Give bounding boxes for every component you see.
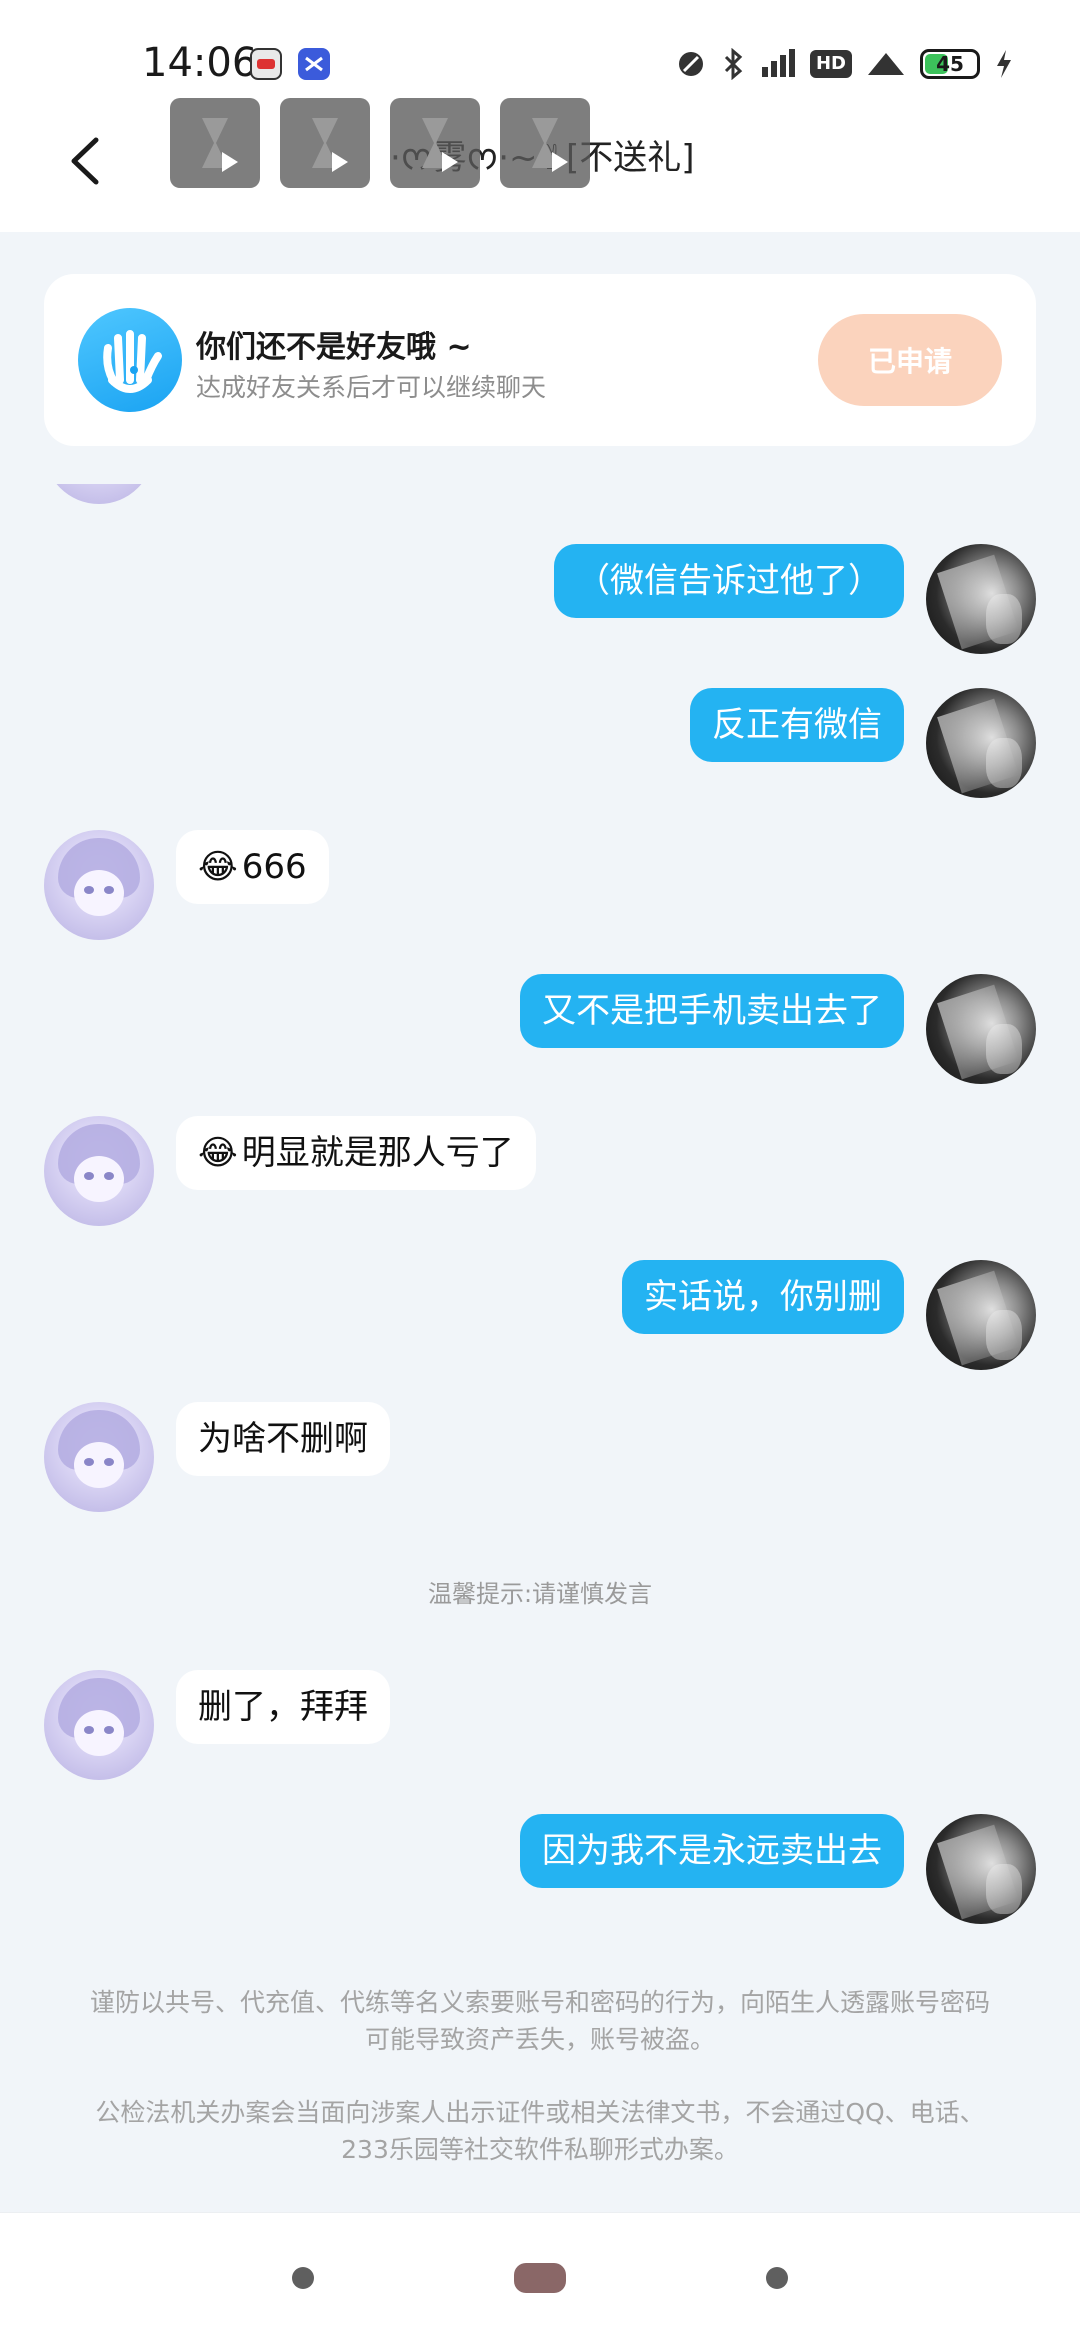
bluetooth-icon xyxy=(724,48,743,80)
dnd-icon xyxy=(678,52,703,76)
message-text: 明显就是那人亏了 xyxy=(241,1133,514,1173)
message-bubble[interactable]: 反正有微信 xyxy=(690,688,904,762)
signal-icon xyxy=(761,49,795,77)
my-avatar[interactable] xyxy=(926,974,1036,1084)
video-tile[interactable] xyxy=(280,98,370,188)
nav-back-button[interactable] xyxy=(292,2267,314,2289)
laughing-emoji: 😂 xyxy=(198,847,238,887)
system-nav-bar xyxy=(0,2212,1080,2340)
friend-request-banner: 你们还不是好友哦 ~ 达成好友关系后才可以继续聊天 已申请 xyxy=(44,274,1036,446)
wifi-icon xyxy=(868,53,904,75)
floating-video-tiles xyxy=(170,98,590,188)
message-bubble[interactable]: 实话说，你别删 xyxy=(622,1260,904,1334)
my-avatar[interactable] xyxy=(926,544,1036,654)
my-avatar[interactable] xyxy=(926,688,1036,798)
my-avatar[interactable] xyxy=(926,1260,1036,1370)
hd-icon: HD xyxy=(809,50,852,78)
message-bubble[interactable]: 😂 明显就是那人亏了 xyxy=(176,1116,536,1190)
laughing-emoji: 😂 xyxy=(198,1133,238,1173)
video-tile[interactable] xyxy=(390,98,480,188)
message-text: 反正有微信 xyxy=(712,705,882,745)
wave-hand-icon xyxy=(78,308,182,412)
applied-button[interactable]: 已申请 xyxy=(818,314,1002,406)
status-time: 14:06 xyxy=(142,40,258,86)
safety-notice: 谨防以共号、代充值、代练等名义索要账号和密码的行为，向陌生人透露账号密码可能导致… xyxy=(89,1988,990,2054)
message-text: 为啥不删啊 xyxy=(198,1419,368,1459)
nav-home-button[interactable] xyxy=(514,2263,566,2293)
recorder-app-icon xyxy=(250,48,282,80)
play-icon xyxy=(442,152,458,172)
banner-title: 你们还不是好友哦 ~ xyxy=(196,330,472,365)
top-bar: 14:06 HD 45 ·ᰔ雾ᰔ·~✌[不送礼] xyxy=(0,0,1080,232)
peer-avatar[interactable] xyxy=(44,1116,154,1226)
message-text: （微信告诉过他了） xyxy=(576,561,882,601)
back-button[interactable] xyxy=(64,136,108,186)
charging-icon xyxy=(997,50,1011,78)
message-bubble[interactable]: 删了，拜拜 xyxy=(176,1670,390,1744)
peer-avatar[interactable] xyxy=(44,1670,154,1780)
safety-notice: 公检法机关办案会当面向涉案人出示证件或相关法律文书，不会通过QQ、电话、233乐… xyxy=(95,2098,985,2164)
video-tile[interactable] xyxy=(170,98,260,188)
battery-level: 45 xyxy=(936,52,964,76)
peer-avatar[interactable] xyxy=(44,830,154,940)
play-icon xyxy=(222,152,238,172)
message-bubble[interactable]: 😂 666 xyxy=(176,830,329,904)
message-bubble[interactable]: 因为我不是永远卖出去 xyxy=(520,1814,904,1888)
message-bubble[interactable]: （微信告诉过他了） xyxy=(554,544,904,618)
battery-icon: 45 xyxy=(920,49,980,79)
nav-recents-button[interactable] xyxy=(766,2267,788,2289)
status-icons: HD 45 xyxy=(676,46,1014,82)
banner-subtitle: 达成好友关系后才可以继续聊天 xyxy=(196,373,547,402)
message-bubble[interactable]: 为啥不删啊 xyxy=(176,1402,390,1476)
message-text: 又不是把手机卖出去了 xyxy=(542,991,882,1031)
message-text: 删了，拜拜 xyxy=(198,1687,368,1727)
message-text: 实话说，你别删 xyxy=(644,1277,882,1317)
system-tip: 温馨提示:请谨慎发言 xyxy=(427,1580,653,1608)
chevron-left-icon xyxy=(71,137,99,185)
message-bubble[interactable]: 又不是把手机卖出去了 xyxy=(520,974,904,1048)
capcut-app-icon xyxy=(298,48,330,80)
peer-avatar[interactable] xyxy=(44,1402,154,1512)
video-tile[interactable] xyxy=(500,98,590,188)
my-avatar[interactable] xyxy=(926,1814,1036,1924)
message-text: 因为我不是永远卖出去 xyxy=(542,1831,882,1871)
play-icon xyxy=(332,152,348,172)
play-icon xyxy=(552,152,568,172)
message-text: 666 xyxy=(241,847,307,887)
